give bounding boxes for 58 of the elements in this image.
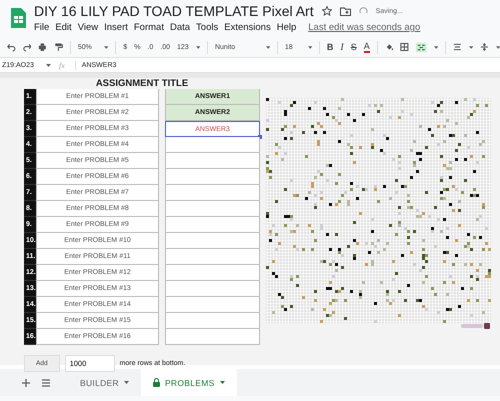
- caret-icon[interactable]: [308, 46, 312, 48]
- caret-icon[interactable]: [220, 381, 225, 384]
- answer-cell[interactable]: [165, 281, 260, 297]
- sheet-tab[interactable]: PROBLEMS: [140, 369, 237, 396]
- menu-item[interactable]: Tools: [196, 22, 218, 33]
- caret-icon[interactable]: [196, 46, 200, 48]
- caret-icon[interactable]: [468, 46, 473, 48]
- star-icon[interactable]: [322, 6, 332, 16]
- answer-cell[interactable]: [165, 169, 260, 185]
- redo-icon[interactable]: [22, 42, 32, 52]
- text-color-button[interactable]: A: [364, 42, 370, 52]
- last-edit-link[interactable]: Last edit was seconds ago: [308, 22, 420, 33]
- answer-cell[interactable]: [165, 185, 260, 201]
- caret-icon[interactable]: [266, 46, 270, 48]
- menu-item[interactable]: Extensions: [224, 22, 271, 33]
- answer-cell[interactable]: [165, 265, 260, 281]
- vertical-align-icon[interactable]: [480, 42, 489, 52]
- print-icon[interactable]: [38, 42, 48, 52]
- menu-item[interactable]: Format: [134, 22, 164, 33]
- answer-cell[interactable]: [165, 233, 260, 249]
- menu-item[interactable]: Help: [276, 22, 296, 33]
- sheets-logo-icon[interactable]: [10, 7, 26, 29]
- caret-icon[interactable]: [124, 381, 129, 384]
- align-center-icon[interactable]: [452, 42, 462, 52]
- bold-button[interactable]: B: [326, 42, 334, 52]
- caret-icon[interactable]: [46, 64, 51, 66]
- folder-icon[interactable]: [340, 6, 351, 16]
- fill-bucket-icon[interactable]: [384, 42, 394, 52]
- caret-icon[interactable]: [496, 46, 500, 48]
- merge-cells-icon[interactable]: [416, 42, 427, 52]
- undo-icon[interactable]: [7, 42, 16, 52]
- answer-cell[interactable]: [165, 329, 260, 345]
- sheet-tab[interactable]: BUILDER: [68, 369, 141, 396]
- borders-icon[interactable]: [400, 42, 410, 52]
- document-title[interactable]: DIY 16 LILY PAD TOAD TEMPLATE Pixel Art: [34, 3, 314, 19]
- sync-icon: [358, 6, 368, 16]
- answer-cell[interactable]: [165, 313, 260, 329]
- strikethrough-button[interactable]: S: [350, 42, 357, 52]
- menu-item[interactable]: View: [78, 22, 98, 33]
- add-sheet-icon[interactable]: [22, 378, 30, 386]
- menu-item[interactable]: Insert: [104, 22, 128, 33]
- menu-item[interactable]: Edit: [55, 22, 72, 33]
- caret-icon[interactable]: [104, 46, 108, 48]
- answer-cell[interactable]: [165, 137, 260, 153]
- answer-cell[interactable]: [165, 201, 260, 217]
- caret-icon[interactable]: [434, 46, 438, 48]
- answer-cell[interactable]: [165, 153, 260, 169]
- sticker-icon: [461, 323, 491, 329]
- all-sheets-icon[interactable]: [42, 378, 50, 386]
- answer-cell[interactable]: [165, 297, 260, 313]
- menu-item[interactable]: Data: [170, 22, 190, 33]
- function-label: fx: [51, 60, 76, 70]
- paint-roller-icon[interactable]: [54, 42, 63, 52]
- answer-cell[interactable]: [165, 217, 260, 233]
- menu-item[interactable]: File: [34, 22, 50, 33]
- assignment-title: ASSIGNMENT TITLE: [94, 78, 190, 89]
- italic-button[interactable]: I: [340, 42, 344, 52]
- answer-cell[interactable]: [165, 249, 260, 265]
